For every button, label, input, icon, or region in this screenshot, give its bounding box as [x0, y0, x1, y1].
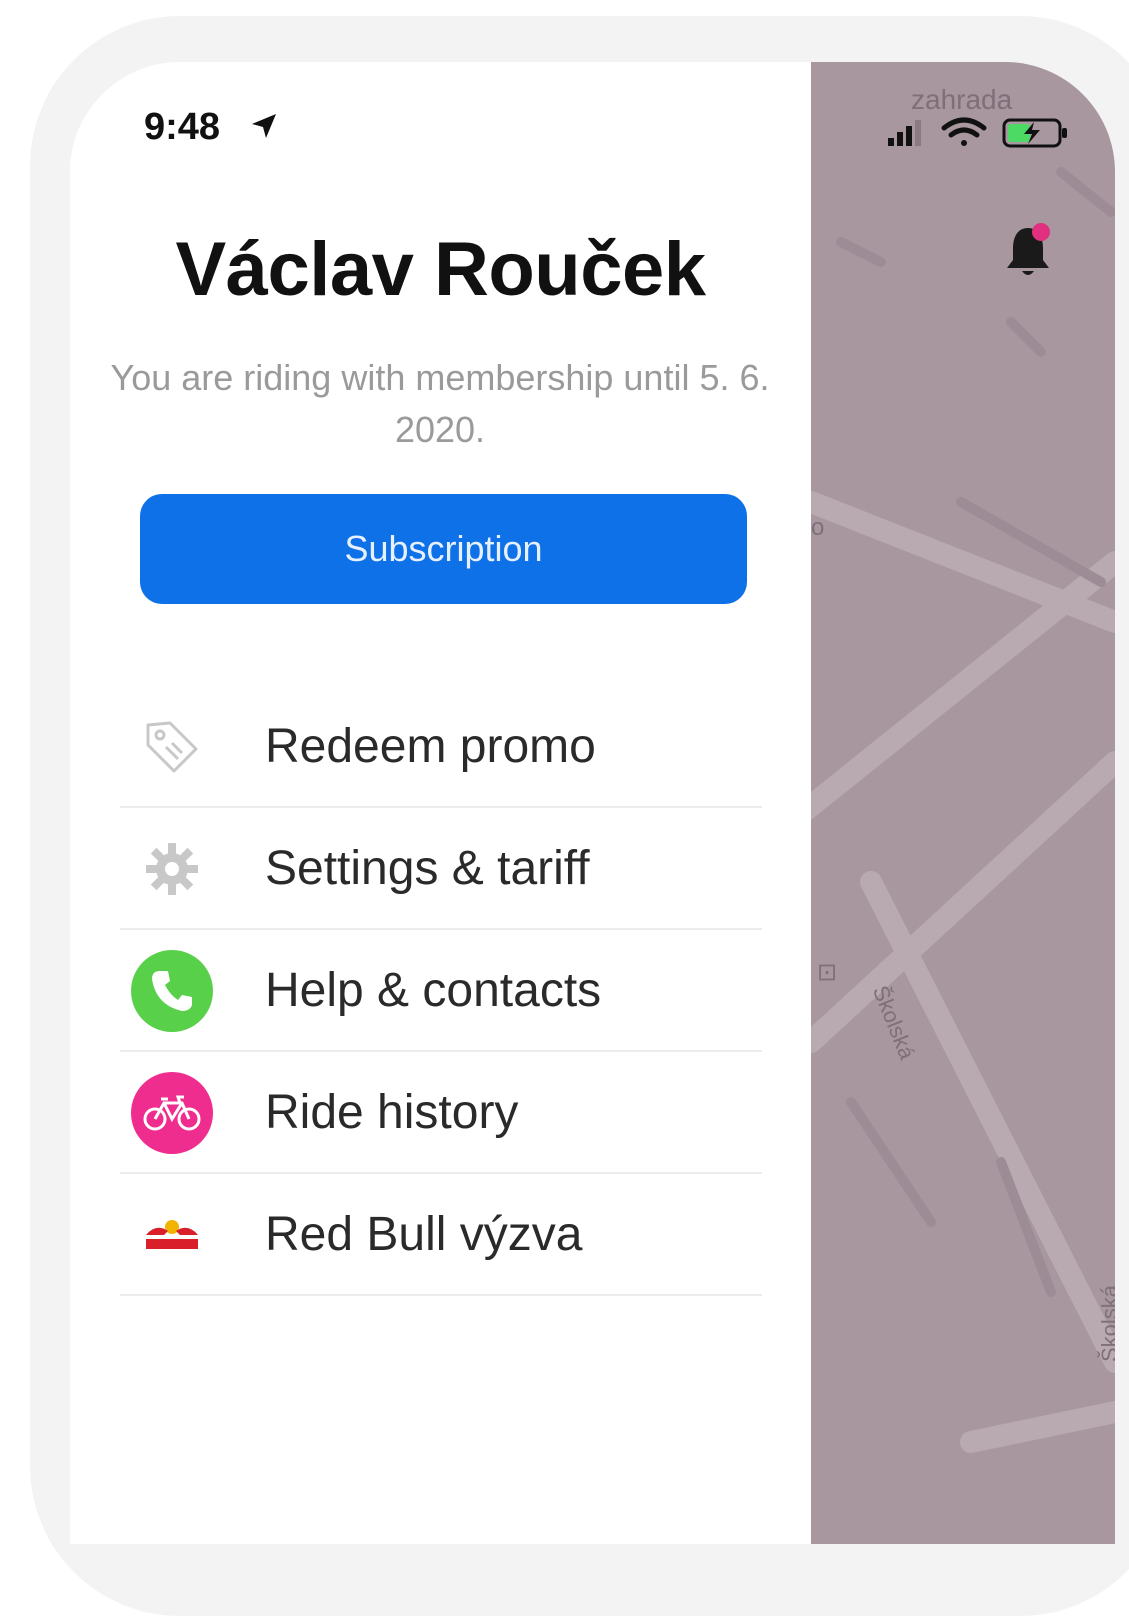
- status-time: 9:48: [144, 106, 221, 148]
- notification-bell-icon[interactable]: [1003, 222, 1053, 282]
- app-screen: zahrada o ⊡ Školská Školská 9:48 Václav …: [70, 62, 1115, 1544]
- gear-icon: [130, 827, 214, 911]
- menu-item-label: Settings & tariff: [265, 841, 590, 895]
- menu-item-label: Ride history: [265, 1085, 519, 1139]
- battery-icon: [1002, 118, 1067, 148]
- menu-item-red-bull[interactable]: Red Bull výzva: [120, 1174, 762, 1296]
- bike-icon: [130, 1071, 214, 1155]
- membership-status: You are riding with membership until 5. …: [110, 357, 770, 450]
- map-poi-icon: ⊡: [817, 959, 838, 986]
- menu-item-label: Red Bull výzva: [265, 1207, 583, 1261]
- drawer-menu: Redeem promo Settings & tariff Help & co…: [120, 686, 762, 1296]
- signal-icon: [888, 120, 921, 146]
- notification-dot: [1032, 223, 1050, 241]
- menu-item-help-contacts[interactable]: Help & contacts: [120, 930, 762, 1052]
- menu-item-ride-history[interactable]: Ride history: [120, 1052, 762, 1174]
- map-view[interactable]: zahrada o ⊡ Školská Školská: [811, 62, 1115, 1544]
- wifi-icon: [941, 117, 987, 146]
- location-arrow-icon: [252, 114, 276, 138]
- menu-item-label: Redeem promo: [265, 719, 596, 773]
- subscription-button[interactable]: Subscription: [140, 494, 747, 604]
- map-streets: [811, 167, 1115, 1453]
- status-icons: [888, 117, 1067, 148]
- menu-item-settings-tariff[interactable]: Settings & tariff: [120, 808, 762, 930]
- map-street-label-edge: Školská: [1097, 1284, 1115, 1362]
- redbull-logo-icon: [130, 1193, 214, 1277]
- user-name: Václav Rouček: [175, 227, 706, 312]
- phone-icon: [130, 949, 214, 1033]
- menu-item-label: Help & contacts: [265, 963, 602, 1017]
- tag-icon: [130, 705, 214, 789]
- map-label-fragment: o: [811, 514, 825, 541]
- menu-item-redeem-promo[interactable]: Redeem promo: [120, 686, 762, 808]
